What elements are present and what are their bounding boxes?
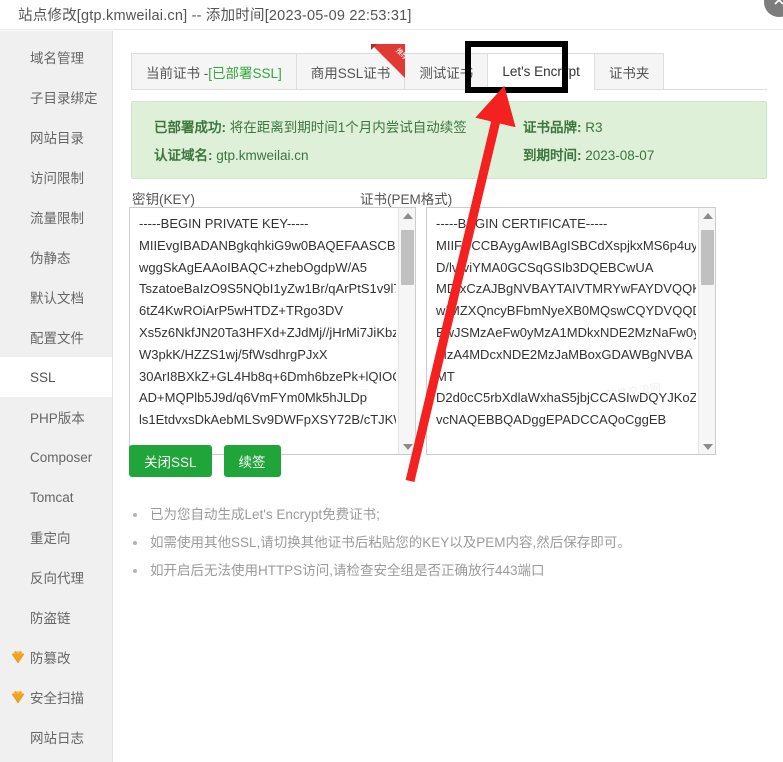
renew-button[interactable]: 续签 xyxy=(223,445,281,477)
sidebar: 域名管理 子目录绑定 网站目录 访问限制 流量限制 伪静态 默认文档 配置文件 … xyxy=(0,31,113,762)
sidebar-item-label: 子目录绑定 xyxy=(30,91,98,106)
sidebar-item-tomcat[interactable]: Tomcat xyxy=(0,477,112,517)
tab-label-status: [已部署SSL] xyxy=(208,65,282,81)
list-item: 如开启后无法使用HTTPS访问,请检查安全组是否正确放行443端口 xyxy=(131,557,731,585)
expire-date-label: 到期时间: xyxy=(523,148,582,163)
sidebar-item-label: 域名管理 xyxy=(30,51,84,66)
sidebar-item-traffic-limit[interactable]: 流量限制 xyxy=(0,197,112,237)
sidebar-item-label: 网站目录 xyxy=(30,131,84,146)
sidebar-item-default-document[interactable]: 默认文档 xyxy=(0,277,112,317)
cert-brand-value: R3 xyxy=(585,120,603,135)
deploy-status-label: 已部署成功: xyxy=(154,120,226,135)
tab-commercial-ssl[interactable]: 商用SSL证书 推荐 xyxy=(295,44,406,89)
scroll-up-icon[interactable] xyxy=(399,208,415,223)
ssl-tabbar: 当前证书 - [已部署SSL] 商用SSL证书 推荐 测试证书 Let's En… xyxy=(131,44,767,90)
sidebar-item-security-scan[interactable]: 安全扫描 xyxy=(0,677,112,717)
site-edit-dialog: 站点修改[gtp.kmweilai.cn] -- 添加时间[2023-05-09… xyxy=(0,0,783,762)
cert-brand-row: 证书品牌: R3 xyxy=(523,116,603,136)
diamond-icon xyxy=(11,690,25,704)
sidebar-item-label: 访问限制 xyxy=(30,171,84,186)
sidebar-item-label: 防盗链 xyxy=(30,611,71,626)
tab-label: Let's Encrypt xyxy=(502,64,580,79)
tab-test-certificate[interactable]: 测试证书 xyxy=(404,53,489,89)
sidebar-item-label: Composer xyxy=(30,449,93,465)
pem-scrollbar[interactable] xyxy=(698,208,715,454)
sidebar-item-rewrite[interactable]: 伪静态 xyxy=(0,237,112,277)
scrollbar-thumb[interactable] xyxy=(401,230,414,285)
tab-label: 证书夹 xyxy=(608,65,650,81)
sidebar-item-label: 流量限制 xyxy=(30,211,84,226)
diamond-icon xyxy=(11,650,25,664)
scroll-up-icon[interactable] xyxy=(699,208,715,223)
certificate-pem-textarea[interactable]: -----BEGIN CERTIFICATE----- MIIFDCCBAygA… xyxy=(426,207,716,455)
deploy-status-row: 已部署成功: 将在距离到期时间1个月内尝试自动续签 xyxy=(154,116,467,136)
page-title: 站点修改[gtp.kmweilai.cn] -- 添加时间[2023-05-09… xyxy=(18,8,412,24)
close-ssl-button[interactable]: 关闭SSL xyxy=(129,445,212,477)
sidebar-item-label: 重定向 xyxy=(30,531,71,546)
tab-label: 当前证书 - xyxy=(146,65,209,81)
private-key-content[interactable]: -----BEGIN PRIVATE KEY----- MIIEvgIBADAN… xyxy=(139,213,396,449)
private-key-textarea[interactable]: -----BEGIN PRIVATE KEY----- MIIEvgIBADAN… xyxy=(129,207,416,455)
tab-label: 商用SSL证书 xyxy=(310,65,391,81)
sidebar-item-label: 伪静态 xyxy=(30,251,71,266)
key-field-label: 密钥(KEY) xyxy=(132,192,196,207)
deploy-status-alert: 已部署成功: 将在距离到期时间1个月内尝试自动续签 认证域名: gtp.kmwe… xyxy=(131,101,767,179)
sidebar-item-label: 安全扫描 xyxy=(30,691,84,706)
sidebar-item-config-file[interactable]: 配置文件 xyxy=(0,317,112,357)
auth-domain-label: 认证域名: xyxy=(154,148,213,163)
sidebar-item-label: 网站日志 xyxy=(30,731,84,746)
dialog-titlebar: 站点修改[gtp.kmweilai.cn] -- 添加时间[2023-05-09… xyxy=(0,0,783,30)
certificate-pem-content[interactable]: -----BEGIN CERTIFICATE----- MIIFDCCBAygA… xyxy=(436,213,696,449)
sidebar-item-composer[interactable]: Composer xyxy=(0,437,112,477)
cert-brand-label: 证书品牌: xyxy=(523,120,582,135)
expire-date-value: 2023-08-07 xyxy=(585,148,655,163)
sidebar-item-ssl[interactable]: SSL xyxy=(0,357,112,397)
scroll-down-icon[interactable] xyxy=(699,439,715,454)
sidebar-item-label: PHP版本 xyxy=(30,411,85,426)
sidebar-item-reverse-proxy[interactable]: 反向代理 xyxy=(0,557,112,597)
sidebar-item-anti-tamper[interactable]: 防篡改 xyxy=(0,637,112,677)
sidebar-item-label: 默认文档 xyxy=(30,291,84,306)
sidebar-item-label: SSL xyxy=(30,369,56,385)
auth-domain-value: gtp.kmweilai.cn xyxy=(216,148,309,163)
tab-lets-encrypt[interactable]: Let's Encrypt xyxy=(487,53,595,90)
key-scrollbar[interactable] xyxy=(398,208,415,454)
sidebar-item-subdir-bind[interactable]: 子目录绑定 xyxy=(0,77,112,117)
sidebar-item-site-directory[interactable]: 网站目录 xyxy=(0,117,112,157)
tab-current-certificate[interactable]: 当前证书 - [已部署SSL] xyxy=(131,53,297,89)
auth-domain-row: 认证域名: gtp.kmweilai.cn xyxy=(154,144,309,164)
sidebar-item-php-version[interactable]: PHP版本 xyxy=(0,397,112,437)
sidebar-item-label: Tomcat xyxy=(30,489,74,505)
list-item: 如需使用其他SSL,请切换其他证书后粘贴您的KEY以及PEM内容,然后保存即可。 xyxy=(131,529,731,557)
sidebar-item-site-log[interactable]: 网站日志 xyxy=(0,717,112,757)
deploy-status-value: 将在距离到期时间1个月内尝试自动续签 xyxy=(229,120,467,135)
action-buttons: 关闭SSL 续签 xyxy=(129,445,281,477)
close-icon[interactable] xyxy=(764,0,783,17)
sidebar-item-domain-manage[interactable]: 域名管理 xyxy=(0,37,112,77)
scrollbar-thumb[interactable] xyxy=(701,230,714,285)
sidebar-item-access-limit[interactable]: 访问限制 xyxy=(0,157,112,197)
tips-list: 已为您自动生成Let's Encrypt免费证书; 如需使用其他SSL,请切换其… xyxy=(131,501,731,585)
tab-certificate-folder[interactable]: 证书夹 xyxy=(593,53,665,89)
list-item: 已为您自动生成Let's Encrypt免费证书; xyxy=(131,501,731,529)
sidebar-item-label: 反向代理 xyxy=(30,571,84,586)
scroll-down-icon[interactable] xyxy=(399,439,415,454)
sidebar-item-label: 防篡改 xyxy=(30,651,71,666)
tab-label: 测试证书 xyxy=(419,65,474,81)
pem-field-label: 证书(PEM格式) xyxy=(360,192,453,207)
sidebar-item-label: 配置文件 xyxy=(30,331,84,346)
sidebar-item-anti-leech[interactable]: 防盗链 xyxy=(0,597,112,637)
sidebar-item-redirect[interactable]: 重定向 xyxy=(0,517,112,557)
ssl-panel: 当前证书 - [已部署SSL] 商用SSL证书 推荐 测试证书 Let's En… xyxy=(114,31,783,762)
expire-date-row: 到期时间: 2023-08-07 xyxy=(523,144,654,164)
